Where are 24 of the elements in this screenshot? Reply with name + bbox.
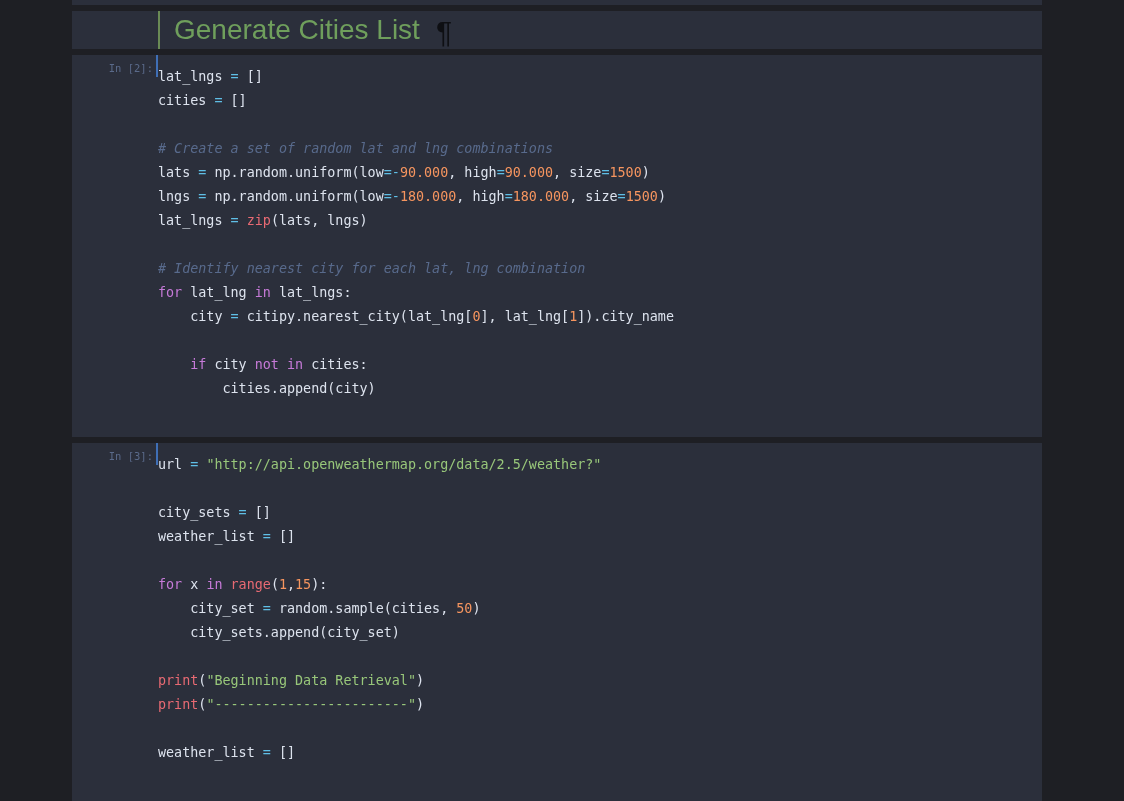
code-line: lat_lngs = zip(lats, lngs)	[158, 212, 369, 231]
cell-heading: Generate Cities List	[174, 14, 420, 46]
code-line: lats = np.random.uniform(low=-90.000, high=90.000, size=1500)	[158, 164, 651, 182]
code-line: city_set = random.sample(cities, 50)	[190, 600, 482, 619]
anchor-link[interactable]: ¶	[435, 15, 452, 49]
code-line: cities.append(city)	[222, 380, 377, 398]
code-line: # Identify nearest city for each lat, lng combination	[158, 260, 587, 278]
code-line: print("Beginning Data Retrieval")	[158, 672, 426, 690]
code-line: weather_list = []	[158, 744, 297, 763]
code-line: lat_lngs = []	[158, 68, 264, 87]
code-line: # Create a set of random lat and lng combinations	[158, 140, 555, 158]
code-line: for lat_lng in lat_lngs:	[158, 284, 353, 303]
code-line: if city not in cities:	[190, 356, 369, 374]
code-line: lngs = np.random.uniform(low=-180.000, high=180.000, size=1500)	[158, 188, 667, 206]
code-line: city_sets = []	[158, 504, 272, 523]
input-prompt: In [2]:	[108, 61, 154, 76]
code-line: print("------------------------")	[158, 696, 426, 714]
code-line: url = "http://api.openweathermap.org/data/2.5/weather?"	[158, 456, 602, 474]
code-line: for x in range(1,15):	[158, 576, 329, 594]
code-line: weather_list = []	[158, 528, 297, 547]
code-line: city = citipy.nearest_city(lat_lng[0], lat_lng[1]).city_name	[190, 308, 674, 327]
input-prompt: In [3]:	[108, 449, 154, 464]
code-line: city_sets.append(city_set)	[190, 624, 401, 643]
code-line: cities = []	[158, 92, 248, 110]
